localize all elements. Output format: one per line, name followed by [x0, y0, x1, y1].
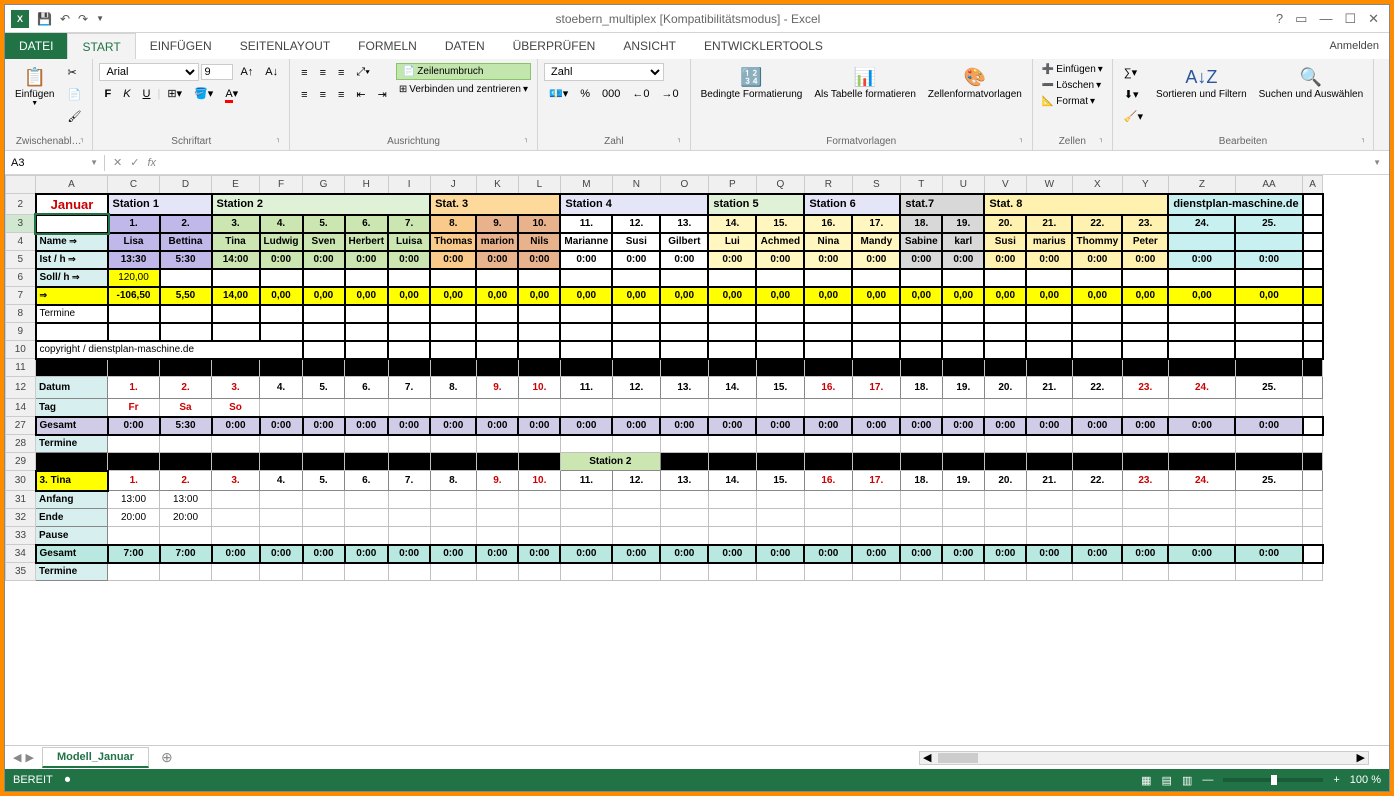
close-icon[interactable]: ✕ — [1368, 11, 1379, 27]
number-group-label: Zahl — [544, 135, 684, 148]
view-pagebreak-icon[interactable]: ▥ — [1182, 774, 1192, 787]
autosum-icon[interactable]: ∑▾ — [1119, 63, 1148, 82]
formula-input[interactable] — [164, 155, 1365, 171]
next-sheet-icon[interactable]: ▶ — [25, 751, 33, 764]
borders-icon[interactable]: ⊞▾ — [162, 84, 187, 103]
align-middle-icon[interactable]: ≡ — [315, 64, 331, 82]
sheet-tab-modell-januar[interactable]: Modell_Januar — [42, 747, 149, 768]
decrease-font-icon[interactable]: A↓ — [260, 63, 283, 81]
menu-bar: DATEI START EINFÜGEN SEITENLAYOUT FORMEL… — [5, 33, 1389, 59]
status-bar: BEREIT ⏺ ▦ ▤ ▥ — + 100 % — [5, 769, 1389, 791]
view-layout-icon[interactable]: ▤ — [1162, 774, 1172, 787]
enter-formula-icon[interactable]: ✓ — [130, 156, 139, 169]
italic-icon[interactable]: K — [118, 85, 135, 103]
save-icon[interactable]: 💾 — [37, 12, 52, 26]
macro-record-icon[interactable]: ⏺ — [65, 774, 71, 787]
excel-icon: X — [11, 10, 29, 28]
formeln-tab[interactable]: FORMELN — [344, 33, 431, 59]
underline-icon[interactable]: U — [138, 85, 156, 103]
qat-dropdown-icon[interactable]: ▼ — [96, 14, 104, 23]
bold-icon[interactable]: F — [99, 85, 116, 103]
copy-icon[interactable]: 📄 — [62, 85, 86, 104]
redo-icon[interactable]: ↷ — [78, 12, 88, 26]
view-normal-icon[interactable]: ▦ — [1141, 774, 1151, 787]
daten-tab[interactable]: DATEN — [431, 33, 499, 59]
editing-group-label: Bearbeiten — [1119, 135, 1367, 148]
insert-cells-button[interactable]: ➕ Einfügen ▾ — [1039, 63, 1106, 76]
increase-indent-icon[interactable]: ⇥ — [373, 85, 392, 104]
zoom-out-icon[interactable]: — — [1202, 774, 1213, 786]
fill-icon[interactable]: ⬇▾ — [1119, 85, 1148, 104]
percent-icon[interactable]: % — [575, 85, 595, 103]
clear-icon[interactable]: 🧹▾ — [1119, 107, 1148, 126]
cell-styles-button[interactable]: 🎨Zellenformatvorlagen — [924, 63, 1026, 102]
paste-button[interactable]: 📋Einfügen▼ — [11, 63, 58, 109]
zoom-slider[interactable] — [1223, 778, 1323, 782]
merge-center-button[interactable]: ⊞ Verbinden und zentrieren ▾ — [396, 83, 531, 96]
seitenlayout-tab[interactable]: SEITENLAYOUT — [226, 33, 344, 59]
name-box[interactable]: A3 ▼ — [5, 155, 105, 171]
font-name-select[interactable]: Arial — [99, 63, 199, 81]
zoom-in-icon[interactable]: + — [1333, 774, 1339, 786]
ueberpruefen-tab[interactable]: ÜBERPRÜFEN — [499, 33, 610, 59]
increase-font-icon[interactable]: A↑ — [235, 63, 258, 81]
styles-group-label: Formatvorlagen — [697, 135, 1026, 148]
format-as-table-button[interactable]: 📊Als Tabelle formatieren — [810, 63, 920, 102]
ribbon-options-icon[interactable]: ▭ — [1295, 11, 1307, 27]
wrap-text-button[interactable]: 📄 Zeilenumbruch — [396, 63, 531, 80]
alignment-group-label: Ausrichtung — [296, 135, 531, 148]
clipboard-group-label: Zwischenabl… — [11, 135, 86, 148]
conditional-formatting-button[interactable]: 🔢Bedingte Formatierung — [697, 63, 807, 102]
cut-icon[interactable]: ✂ — [62, 63, 86, 82]
formula-bar: A3 ▼ ✕ ✓ fx ▼ — [5, 151, 1389, 175]
add-sheet-button[interactable]: ⊕ — [153, 749, 181, 766]
align-center-icon[interactable]: ≡ — [315, 86, 331, 104]
fx-icon[interactable]: fx — [147, 157, 156, 169]
fill-color-icon[interactable]: 🪣▾ — [189, 84, 218, 103]
sign-in-link[interactable]: Anmelden — [1329, 40, 1379, 52]
align-right-icon[interactable]: ≡ — [333, 86, 349, 104]
increase-decimal-icon[interactable]: ←0 — [627, 85, 654, 103]
sort-filter-button[interactable]: A↓ZSortieren und Filtern — [1152, 63, 1251, 102]
zoom-level[interactable]: 100 % — [1350, 774, 1381, 786]
status-ready: BEREIT — [13, 774, 53, 786]
horizontal-scrollbar[interactable]: ◀▶ — [919, 751, 1369, 765]
find-select-button[interactable]: 🔍Suchen und Auswählen — [1255, 63, 1368, 102]
einfuegen-tab[interactable]: EINFÜGEN — [136, 33, 226, 59]
decrease-decimal-icon[interactable]: →0 — [657, 85, 684, 103]
sheet-tab-bar: ◀ ▶ Modell_Januar ⊕ ◀▶ — [5, 745, 1389, 769]
align-left-icon[interactable]: ≡ — [296, 86, 312, 104]
start-tab[interactable]: START — [67, 33, 135, 59]
cells-group-label: Zellen — [1039, 135, 1106, 148]
font-size-input[interactable] — [201, 64, 233, 80]
ansicht-tab[interactable]: ANSICHT — [609, 33, 690, 59]
font-group-label: Schriftart — [99, 135, 283, 148]
decrease-indent-icon[interactable]: ⇤ — [351, 85, 370, 104]
maximize-icon[interactable]: ☐ — [1344, 11, 1356, 27]
title-bar: X 💾 ↶ ↷ ▼ stoebern_multiplex [Kompatibil… — [5, 5, 1389, 33]
currency-icon[interactable]: 💶▾ — [544, 84, 573, 103]
delete-cells-button[interactable]: ➖ Löschen ▾ — [1039, 79, 1106, 92]
align-top-icon[interactable]: ≡ — [296, 64, 312, 82]
undo-icon[interactable]: ↶ — [60, 12, 70, 26]
spreadsheet-grid[interactable]: ACDEFGHIJKLMNOPQRSTUVWXYZAAA2JanuarStati… — [5, 175, 1389, 745]
help-icon[interactable]: ? — [1276, 11, 1283, 27]
number-format-select[interactable]: Zahl — [544, 63, 664, 81]
entwickler-tab[interactable]: ENTWICKLERTOOLS — [690, 33, 837, 59]
file-tab[interactable]: DATEI — [5, 33, 67, 59]
expand-formula-icon[interactable]: ▼ — [1365, 158, 1389, 167]
font-color-icon[interactable]: A▾ — [220, 84, 243, 103]
thousands-icon[interactable]: 000 — [597, 85, 625, 103]
format-painter-icon[interactable]: 🖌 — [62, 107, 86, 126]
minimize-icon[interactable]: — — [1319, 11, 1332, 27]
prev-sheet-icon[interactable]: ◀ — [13, 751, 21, 764]
orientation-icon[interactable]: ⤢▾ — [351, 63, 374, 82]
align-bottom-icon[interactable]: ≡ — [333, 64, 349, 82]
cancel-formula-icon[interactable]: ✕ — [113, 156, 122, 169]
format-cells-button[interactable]: 📐 Format ▾ — [1039, 95, 1106, 108]
ribbon: 📋Einfügen▼ ✂ 📄 🖌 Zwischenabl… Arial A↑ A… — [5, 59, 1389, 151]
window-title: stoebern_multiplex [Kompatibilitätsmodus… — [110, 12, 1266, 26]
